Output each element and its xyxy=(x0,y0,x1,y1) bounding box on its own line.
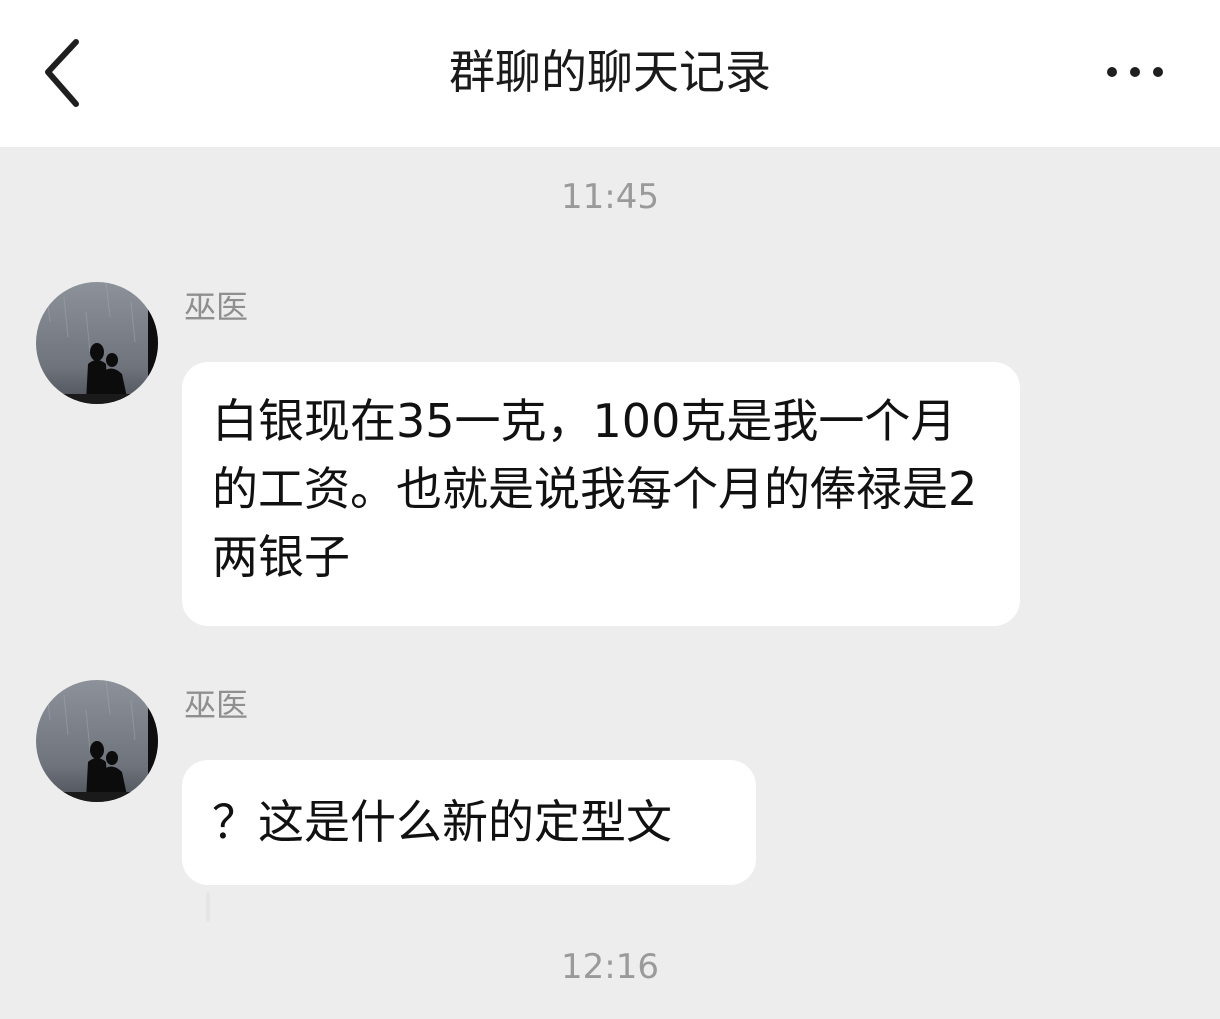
more-button[interactable] xyxy=(1098,50,1174,94)
message-text: 白银现在35一克，100克是我一个月的工资。也就是说我每个月的俸禄是2两银子 xyxy=(212,394,978,584)
avatar-image xyxy=(36,282,158,404)
message-timestamp: 11:45 xyxy=(561,177,659,217)
message-timestamp: 12:16 xyxy=(561,947,659,987)
sender-name: 巫医 xyxy=(184,288,249,326)
chat-history[interactable]: 11:45 巫医 白银现在35一克，100克是我一个月的工资。也就是说我每个月的… xyxy=(0,147,1220,1019)
message-bubble[interactable]: ？这是什么新的定型文 xyxy=(182,760,756,885)
more-horizontal-icon xyxy=(1107,67,1163,77)
divider xyxy=(206,892,210,922)
avatar-image xyxy=(36,680,158,802)
avatar[interactable] xyxy=(36,282,158,404)
sender-name: 巫医 xyxy=(184,686,249,724)
message-text: ？这是什么新的定型文 xyxy=(212,795,672,849)
message-bubble[interactable]: 白银现在35一克，100克是我一个月的工资。也就是说我每个月的俸禄是2两银子 xyxy=(182,362,1020,626)
avatar[interactable] xyxy=(36,680,158,802)
top-bar: 群聊的聊天记录 xyxy=(0,0,1220,147)
page-title: 群聊的聊天记录 xyxy=(449,45,771,99)
